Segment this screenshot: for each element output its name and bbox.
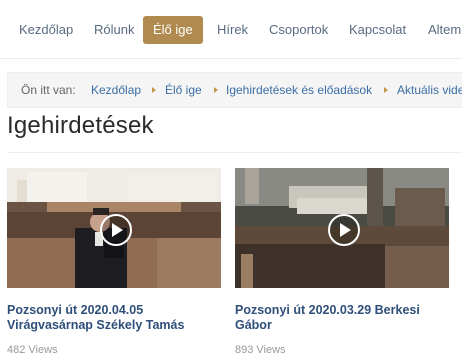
title-divider xyxy=(7,152,462,153)
nav-item-home[interactable]: Kezdőlap xyxy=(19,16,73,44)
video-card: Pozsonyi út 2020.03.29 Berkesi Gábor 893… xyxy=(235,168,449,357)
breadcrumb-link-home[interactable]: Kezdőlap xyxy=(91,73,141,107)
video-thumbnail[interactable] xyxy=(7,168,221,288)
play-icon[interactable] xyxy=(100,214,132,246)
breadcrumb-separator-icon xyxy=(152,87,156,93)
page-title: Igehirdetések xyxy=(7,112,154,139)
video-card: Pozsonyi út 2020.04.05 Virágvasárnap Szé… xyxy=(7,168,221,357)
nav-item-about[interactable]: Rólunk xyxy=(94,16,134,44)
video-title-link[interactable]: Pozsonyi út 2020.03.29 Berkesi Gábor xyxy=(235,303,450,333)
play-icon[interactable] xyxy=(328,214,360,246)
nav-item-live-word[interactable]: Élő ige xyxy=(143,16,203,44)
breadcrumb-separator-icon xyxy=(214,87,218,93)
breadcrumb-link-sermons[interactable]: Igehirdetések és előadások xyxy=(226,73,372,107)
breadcrumb-link-current-video[interactable]: Aktuális videó xyxy=(397,73,462,107)
nav-item-altemp[interactable]: Altemp xyxy=(428,16,462,44)
nav-item-groups[interactable]: Csoportok xyxy=(269,16,328,44)
video-title-link[interactable]: Pozsonyi út 2020.04.05 Virágvasárnap Szé… xyxy=(7,303,222,333)
main-navigation: Kezdőlap Rólunk Élő ige Hírek Csoportok … xyxy=(0,0,462,59)
video-thumbnail[interactable] xyxy=(235,168,449,288)
nav-item-contact[interactable]: Kapcsolat xyxy=(349,16,406,44)
breadcrumb-prefix: Ön itt van: xyxy=(21,83,76,97)
view-count: 893 Views xyxy=(235,344,286,356)
nav-item-news[interactable]: Hírek xyxy=(217,16,248,44)
view-count: 482 Views xyxy=(7,344,58,356)
breadcrumb-separator-icon xyxy=(384,87,388,93)
breadcrumb-link-live-word[interactable]: Élő ige xyxy=(165,73,202,107)
breadcrumb: Ön itt van: Kezdőlap Élő ige Igehirdetés… xyxy=(7,72,462,108)
